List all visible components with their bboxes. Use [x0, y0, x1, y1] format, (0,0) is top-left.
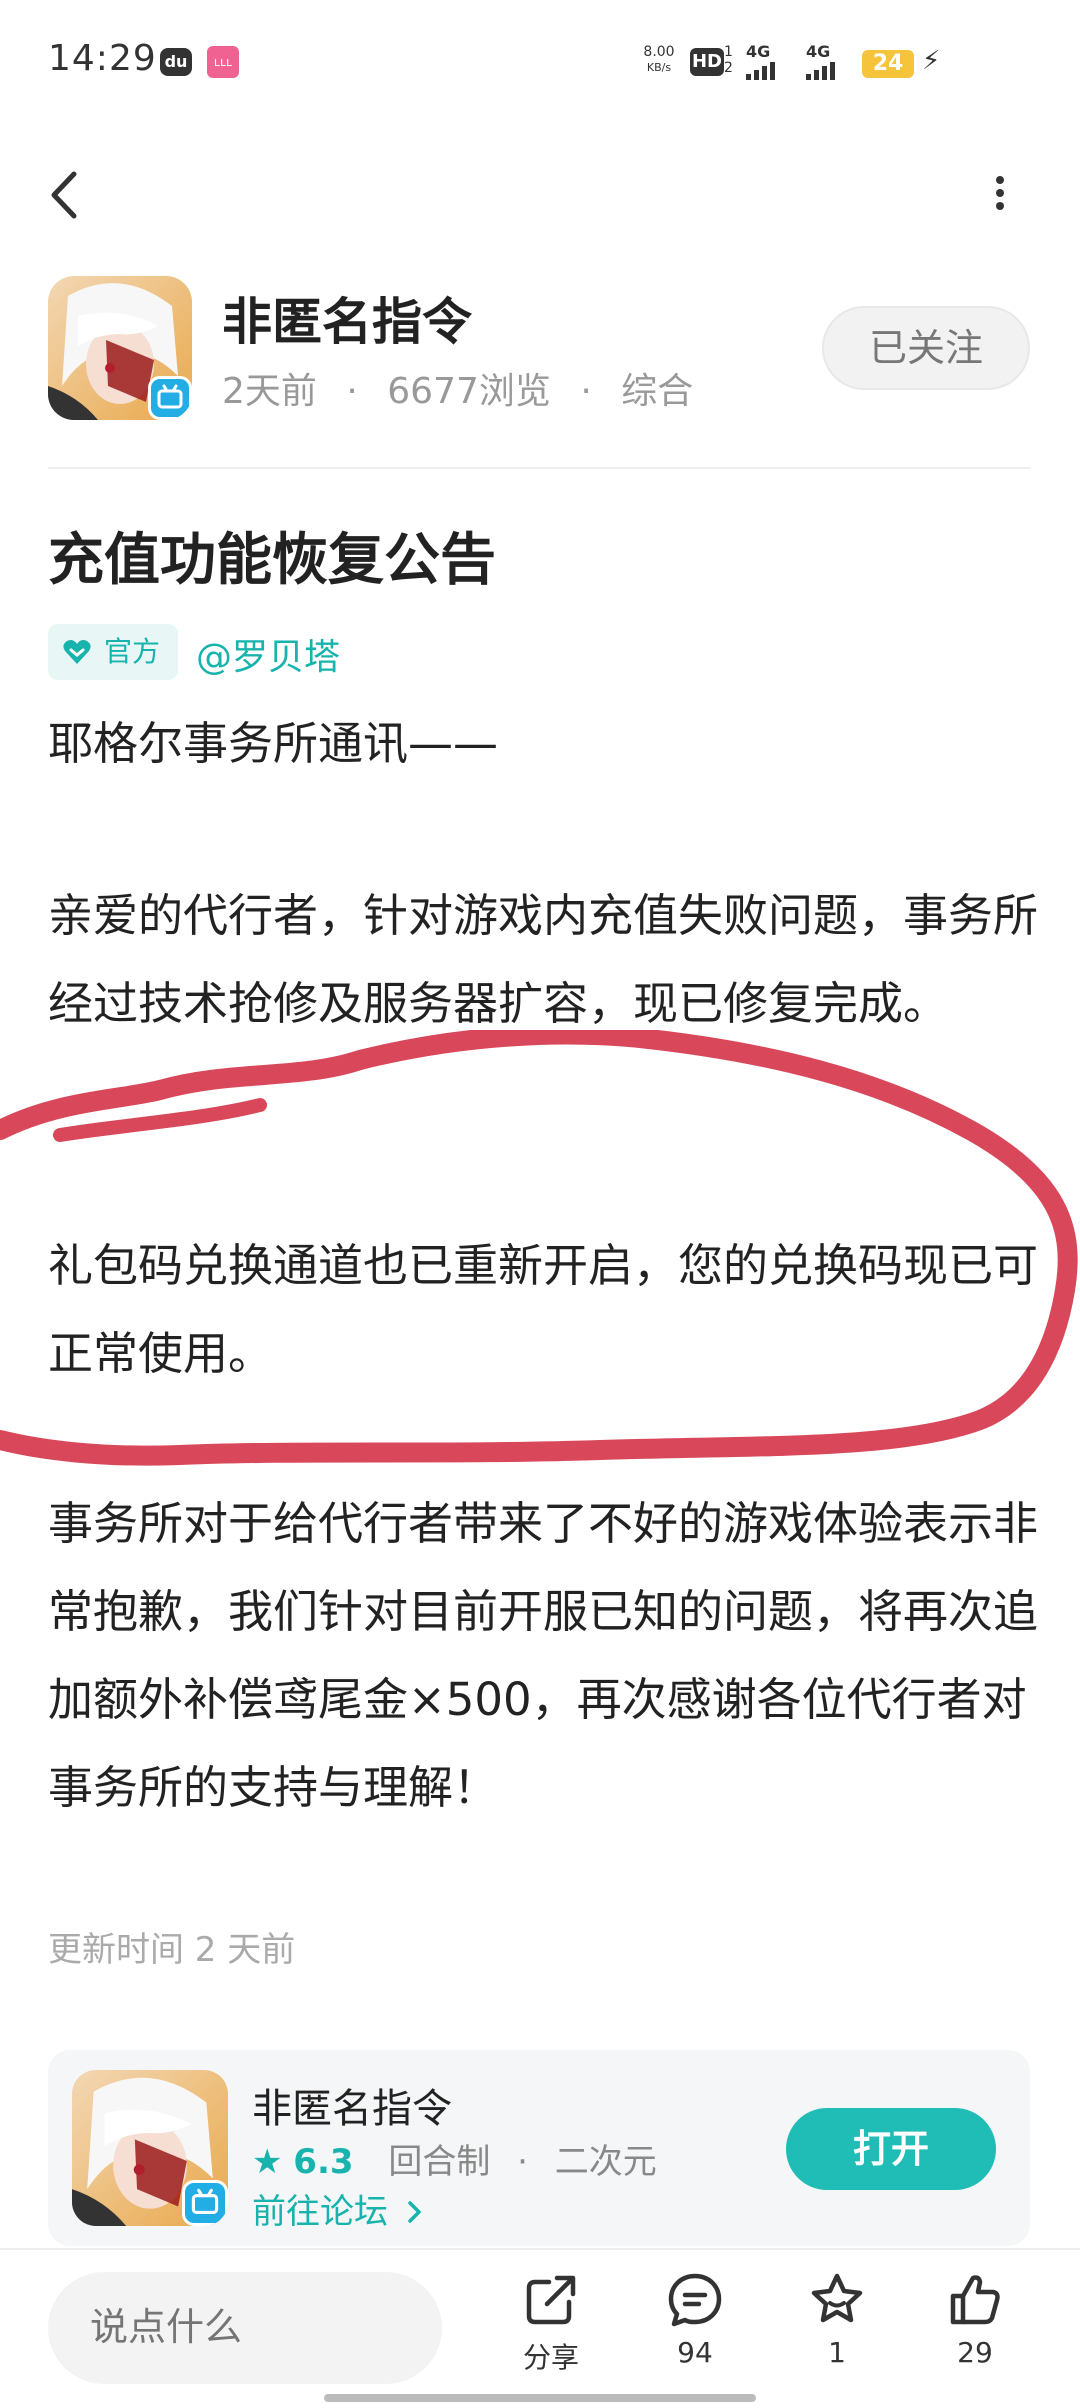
network-speed-value: 8.00 — [643, 44, 675, 60]
heart-icon — [63, 640, 91, 664]
post-paragraph: 亲爱的代行者，针对游戏内充值失败问题，事务所经过技术抢修及服务器扩容，现已修复完… — [48, 889, 1039, 1030]
post-meta: 2天前 · 6677浏览 · 综合 — [222, 362, 693, 414]
post-title: 充值功能恢复公告 — [48, 528, 496, 593]
comment-icon — [668, 2273, 722, 2327]
game-name: 非匿名指令 — [252, 2086, 452, 2132]
comments-count: 94 — [677, 2336, 713, 2369]
hd-sub-1: 1 — [724, 44, 733, 60]
view-count: 6677浏览 — [387, 371, 551, 412]
hd-sub-2: 2 — [724, 60, 733, 76]
favorites-count: 1 — [828, 2336, 846, 2369]
post-category[interactable]: 综合 — [621, 371, 693, 412]
meta-separator: · — [346, 371, 358, 412]
author-name[interactable]: 非匿名指令 — [222, 282, 472, 354]
divider — [48, 467, 1030, 469]
comment-input[interactable] — [48, 2272, 442, 2384]
clock: 14:29 — [48, 38, 157, 79]
avatar[interactable] — [48, 276, 192, 420]
network-speed: 8.00 KB/s — [636, 44, 682, 76]
game-rating: 6.3 — [293, 2142, 354, 2182]
meta-separator: · — [517, 2142, 528, 2182]
bilibili-icon — [182, 2180, 228, 2226]
home-indicator[interactable] — [324, 2394, 756, 2402]
status-bar: 14:29 du ʟʟʟ 8.00 KB/s HD 1 2 4G 4G 24 ⚡ — [0, 0, 1080, 130]
comments-button[interactable]: 94 — [640, 2270, 750, 2369]
network-speed-unit: KB/s — [646, 61, 672, 74]
follow-button[interactable]: 已关注 — [822, 306, 1030, 390]
share-button[interactable]: 分享 — [496, 2270, 606, 2376]
sim2-network-label: 4G — [806, 42, 831, 61]
favorite-button[interactable]: 1 — [782, 2270, 892, 2369]
post-paragraph: 事务所对于给代行者带来了不好的游戏体验表示非常抱歉，我们针对目前开服已知的问题，… — [48, 1497, 1039, 1814]
divider — [0, 2248, 1080, 2250]
share-icon — [526, 2275, 576, 2325]
likes-count: 29 — [957, 2336, 993, 2369]
signal-icon: 4G — [806, 42, 856, 80]
official-badge: 官方 — [48, 624, 178, 680]
battery-icon: 24 — [862, 50, 914, 78]
game-genre: 回合制 — [388, 2142, 491, 2182]
share-label: 分享 — [522, 2341, 579, 2374]
app-notification-icon: ʟʟʟ — [207, 46, 239, 78]
like-button[interactable]: 29 — [920, 2270, 1030, 2369]
update-time: 更新时间 2 天前 — [48, 1930, 296, 1970]
hd-voice-icon: HD — [690, 48, 724, 76]
mention-link[interactable]: @罗贝塔 — [196, 628, 340, 680]
forum-link[interactable]: 前往论坛 — [252, 2184, 425, 2233]
open-game-button[interactable]: 打开 — [786, 2108, 996, 2190]
bilibili-icon — [148, 376, 192, 420]
more-vertical-icon[interactable] — [980, 170, 1020, 220]
post-time: 2天前 — [222, 371, 317, 412]
star-icon — [811, 2273, 863, 2323]
official-label: 官方 — [104, 635, 161, 668]
game-meta: ★ 6.3 回合制 · 二次元 — [252, 2134, 657, 2183]
hd-voice-sub: 1 2 — [724, 44, 733, 76]
thumbs-up-icon — [950, 2275, 1000, 2325]
sim1-network-label: 4G — [746, 42, 771, 61]
post-paragraph: 礼包码兑换通道也已重新开启，您的兑换码现已可正常使用。 — [48, 1239, 1039, 1380]
chevron-right-icon — [408, 2201, 421, 2223]
game-card[interactable]: 非匿名指令 ★ 6.3 回合制 · 二次元 前往论坛 打开 — [48, 2050, 1030, 2246]
charging-icon: ⚡ — [922, 46, 941, 76]
forum-link-label: 前往论坛 — [252, 2192, 388, 2232]
meta-separator: · — [580, 371, 592, 412]
signal-icon: 4G — [746, 42, 796, 80]
app-notification-icon: du — [160, 48, 192, 76]
star-icon: ★ — [252, 2142, 283, 2182]
game-icon[interactable] — [72, 2070, 228, 2226]
chevron-left-icon[interactable] — [40, 160, 90, 230]
game-style: 二次元 — [554, 2142, 657, 2182]
post-paragraph: 耶格尔事务所通讯—— — [48, 717, 499, 770]
